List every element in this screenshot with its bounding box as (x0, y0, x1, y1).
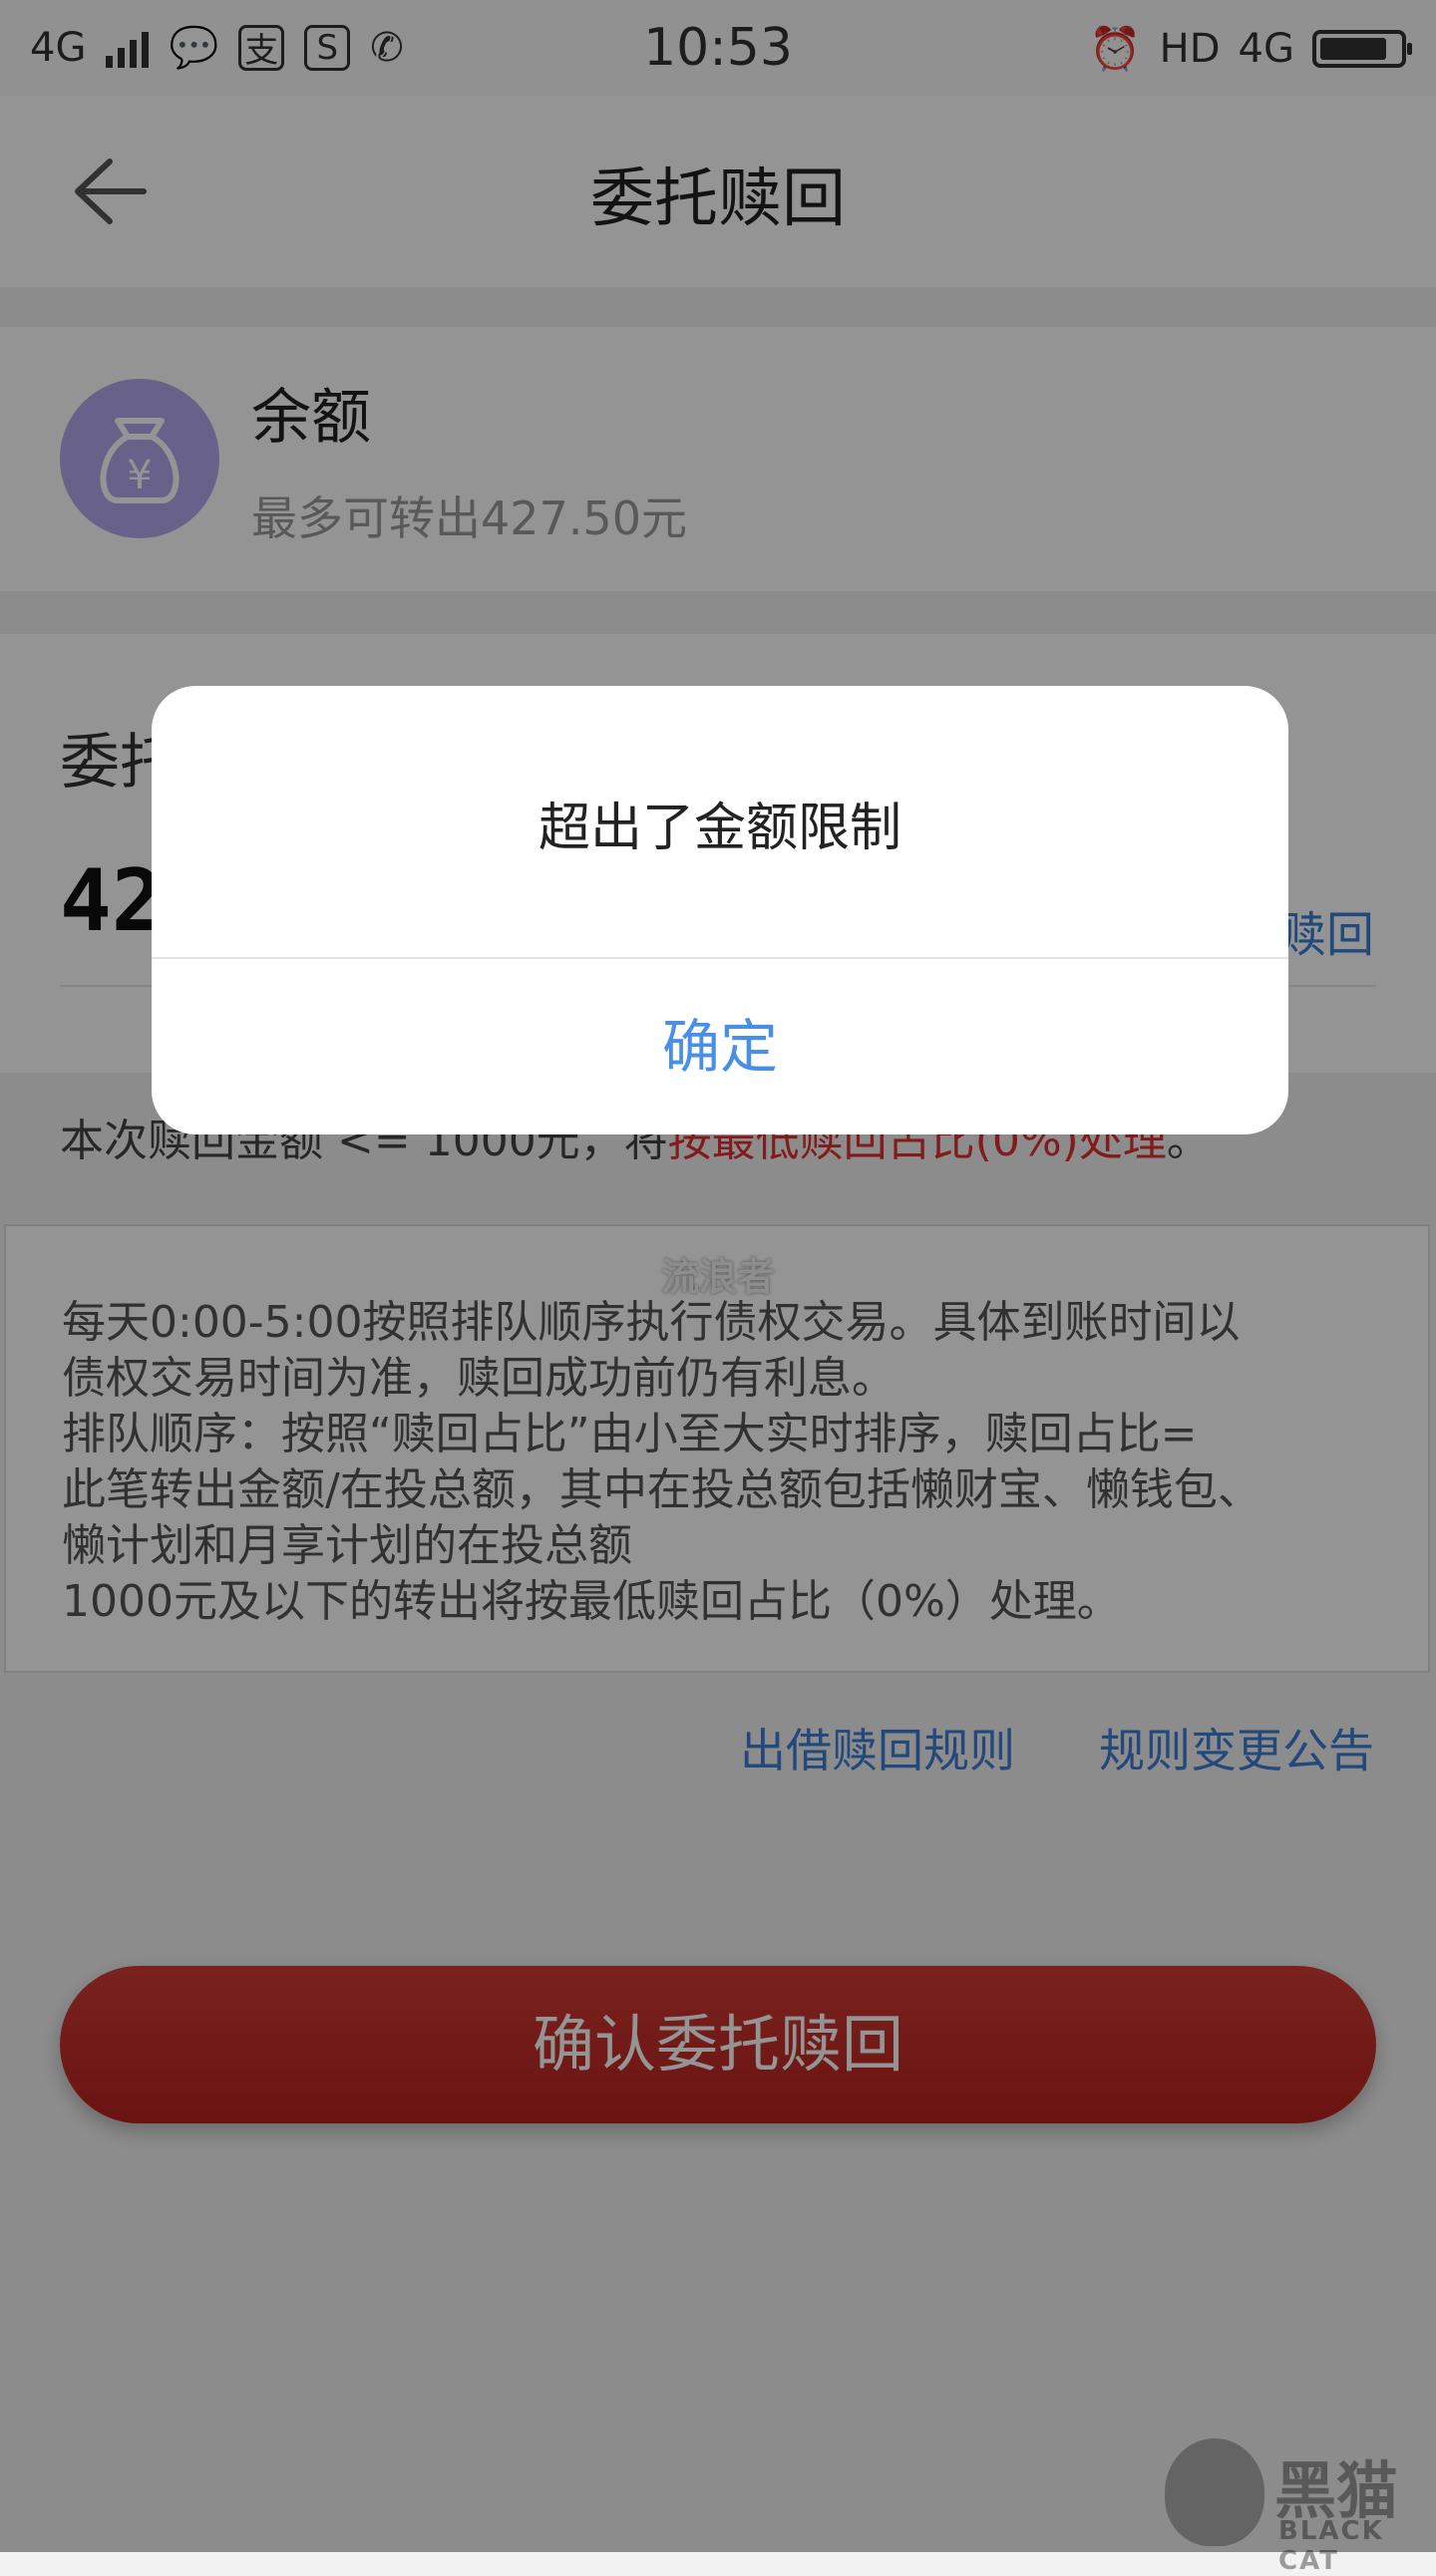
alert-dialog: 超出了金额限制 确定 (152, 686, 1288, 1134)
dialog-message: 超出了金额限制 (538, 799, 901, 858)
dialog-ok-button[interactable]: 确定 (152, 959, 1288, 1134)
modal-overlay[interactable] (0, 0, 1436, 2552)
